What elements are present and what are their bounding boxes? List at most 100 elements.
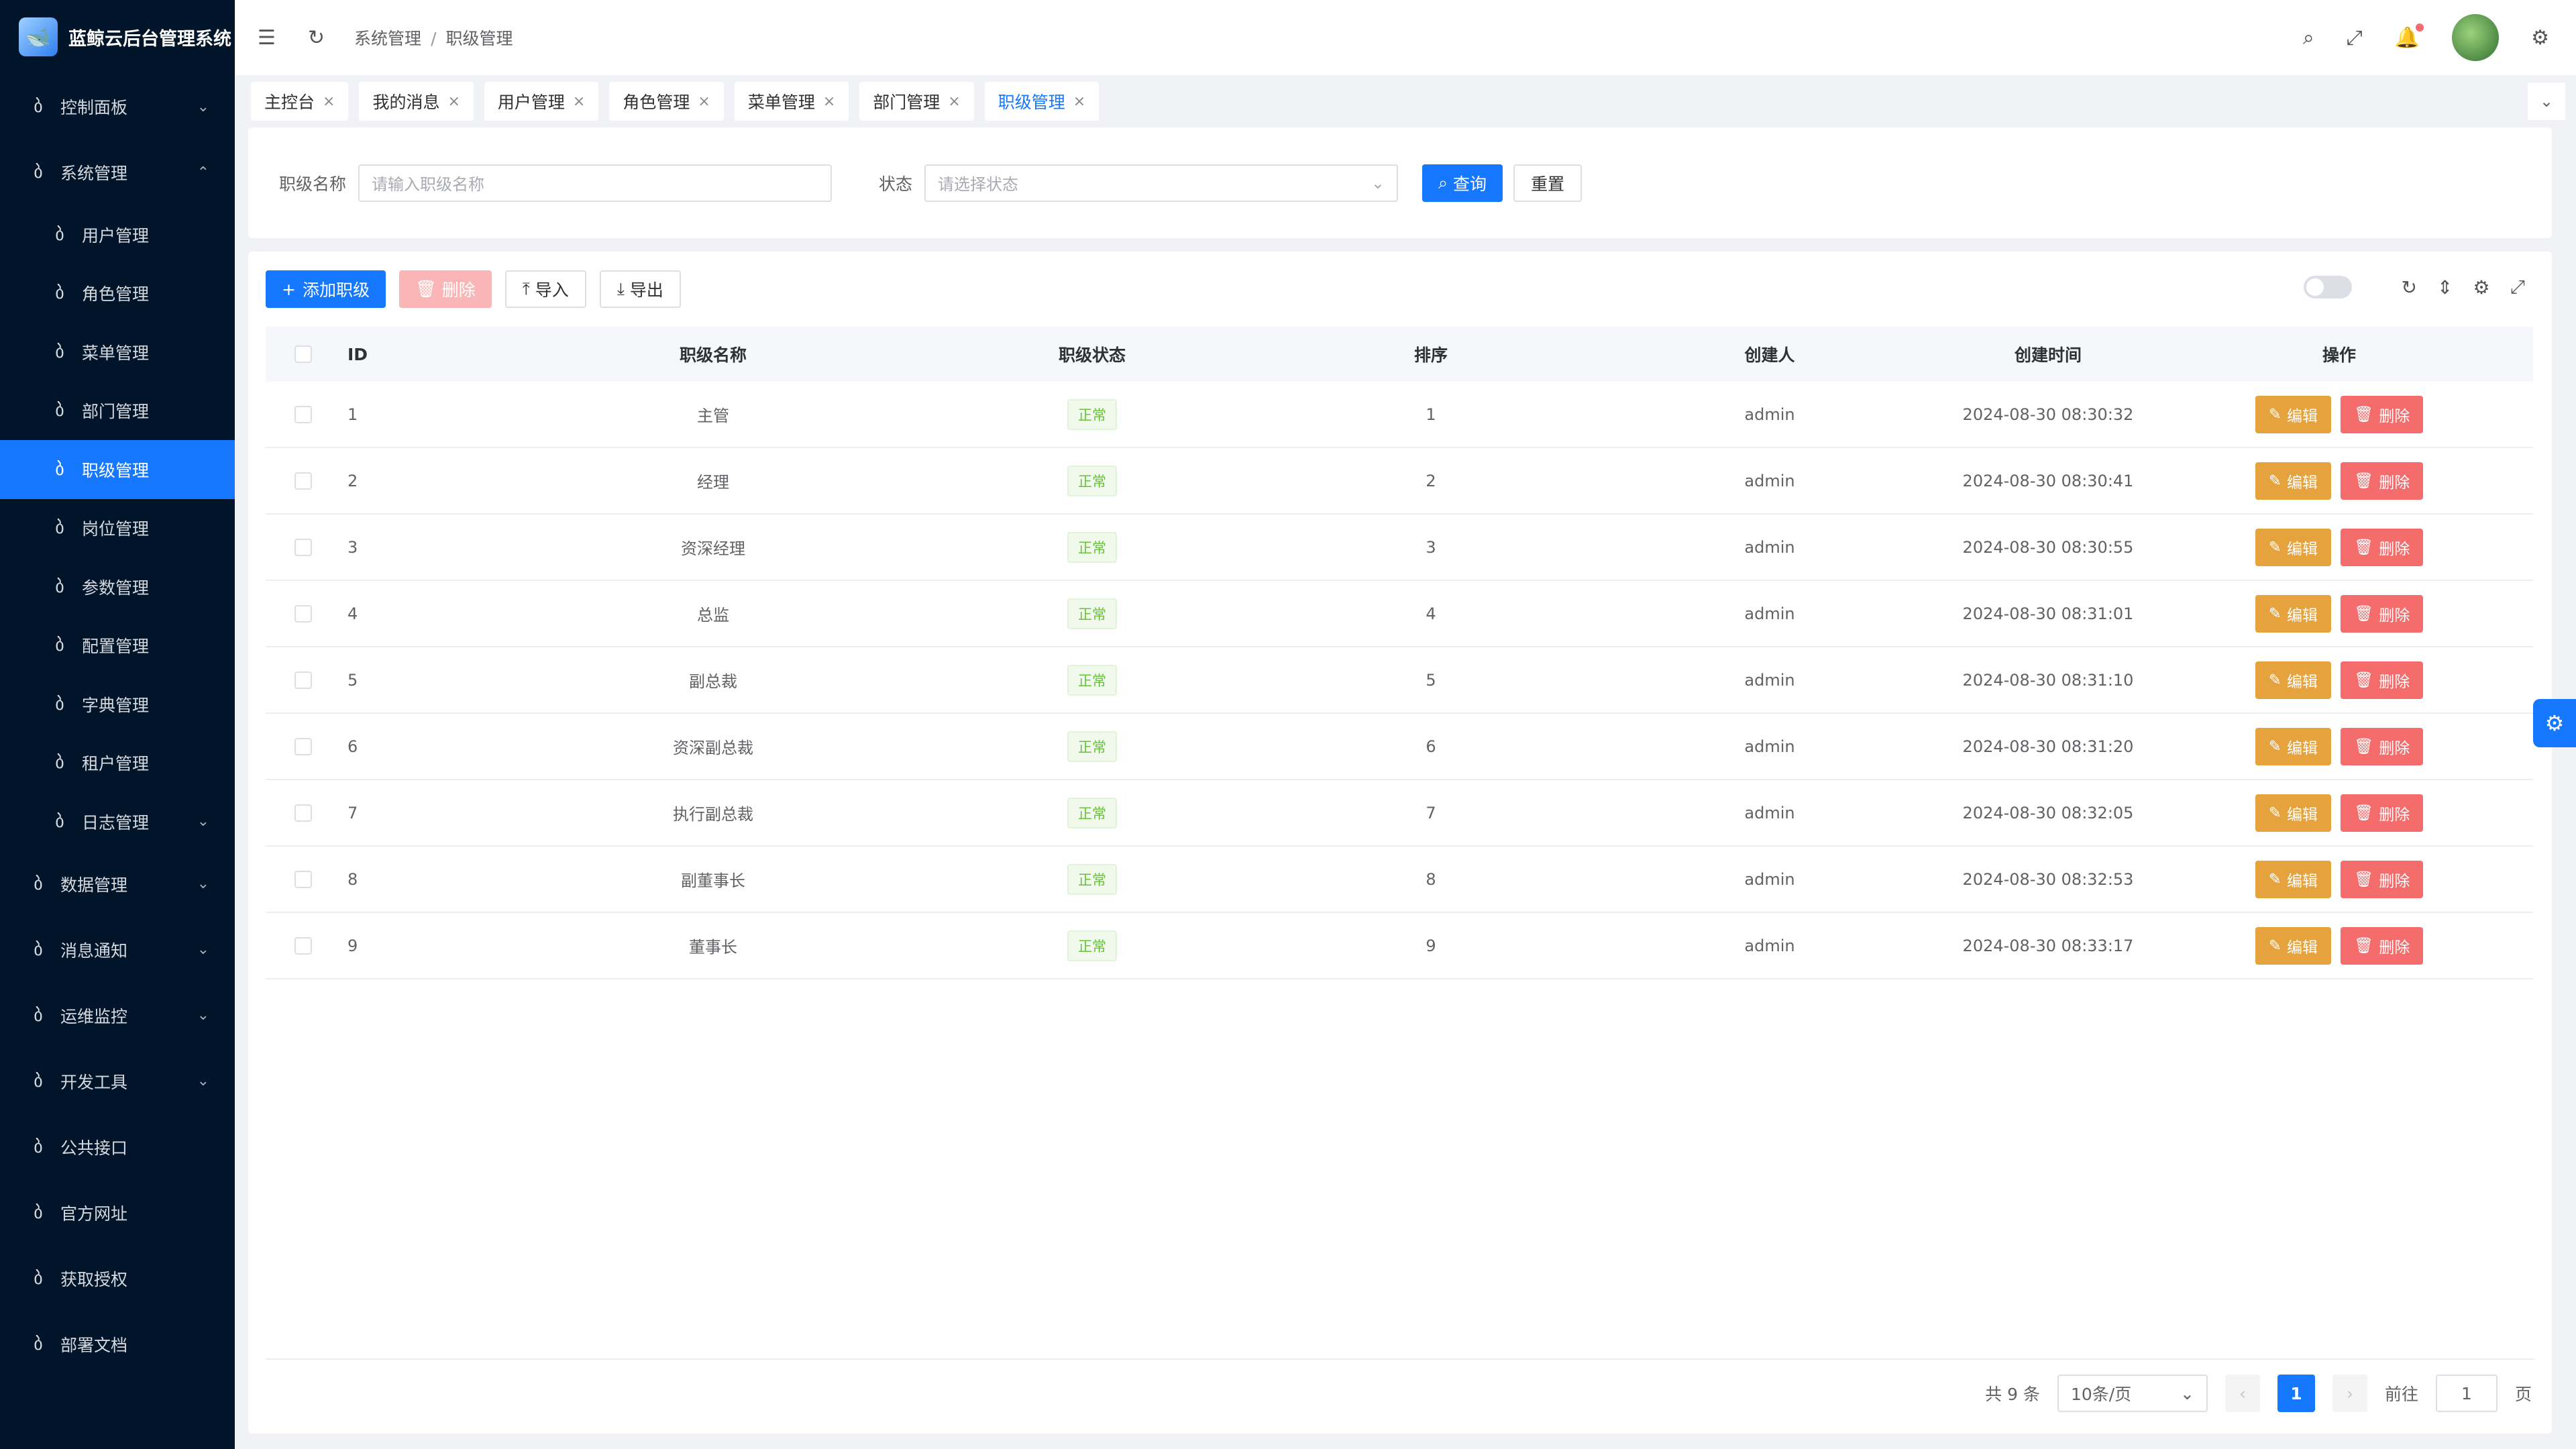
sidebar-item[interactable]: ბ 开发工具 ⌄ bbox=[0, 1049, 235, 1114]
row-checkbox[interactable] bbox=[294, 671, 312, 689]
cell-actions: ✎ 编辑 🗑 删除 bbox=[2145, 462, 2533, 500]
status-select[interactable]: 请选择状态 ⌄ bbox=[924, 164, 1399, 202]
query-button[interactable]: ⌕ 查询 bbox=[1422, 164, 1503, 202]
reset-button[interactable]: 重置 bbox=[1513, 164, 1582, 202]
edit-button[interactable]: ✎ 编辑 bbox=[2255, 794, 2332, 832]
sidebar-item[interactable]: ბ 职级管理 bbox=[0, 440, 235, 499]
sidebar-item[interactable]: ბ 部门管理 bbox=[0, 382, 235, 441]
sidebar-item[interactable]: ბ 租户管理 bbox=[0, 734, 235, 793]
name-search-input[interactable]: 请输入职级名称 bbox=[358, 164, 833, 202]
gear-icon[interactable]: ⚙ bbox=[2533, 699, 2576, 747]
column-header[interactable]: 职级状态 bbox=[911, 342, 1273, 366]
sidebar-item[interactable]: ბ 岗位管理 bbox=[0, 499, 235, 558]
delete-button[interactable]: 🗑 删除 bbox=[2341, 926, 2424, 965]
sidebar-item[interactable]: ბ 获取授权 bbox=[0, 1246, 235, 1311]
delete-button[interactable]: 🗑 删除 bbox=[2341, 860, 2424, 898]
column-height-icon[interactable]: ⇕ bbox=[2437, 276, 2453, 299]
breadcrumb-item[interactable]: 系统管理 bbox=[354, 29, 421, 48]
tab-item[interactable]: 角色管理 × bbox=[609, 82, 724, 121]
delete-button[interactable]: 🗑 删除 bbox=[2341, 395, 2424, 433]
sidebar-item[interactable]: ბ 控制面板 ⌄ bbox=[0, 74, 235, 140]
tab-item[interactable]: 用户管理 × bbox=[484, 82, 599, 121]
row-checkbox[interactable] bbox=[294, 737, 312, 755]
row-checkbox[interactable] bbox=[294, 538, 312, 556]
batch-delete-button[interactable]: 🗑 删除 bbox=[398, 270, 492, 308]
sidebar-item[interactable]: ბ 菜单管理 bbox=[0, 323, 235, 382]
toggle-switch[interactable] bbox=[2303, 276, 2352, 299]
page-size-select[interactable]: 10条/页 ⌄ bbox=[2057, 1375, 2208, 1412]
refresh-icon[interactable]: ↻ bbox=[308, 26, 325, 50]
row-checkbox[interactable] bbox=[294, 804, 312, 822]
edit-button[interactable]: ✎ 编辑 bbox=[2255, 594, 2332, 633]
edit-button[interactable]: ✎ 编辑 bbox=[2255, 860, 2332, 898]
sidebar-item[interactable]: ბ 运维监控 ⌄ bbox=[0, 983, 235, 1049]
edit-icon: ✎ bbox=[2268, 472, 2282, 490]
column-header[interactable]: 创建时间 bbox=[1951, 342, 2145, 366]
sidebar-item[interactable]: ბ 数据管理 ⌄ bbox=[0, 851, 235, 917]
close-icon[interactable]: × bbox=[447, 93, 460, 110]
row-checkbox[interactable] bbox=[294, 472, 312, 490]
tab-item[interactable]: 部门管理 × bbox=[859, 82, 974, 121]
delete-button[interactable]: 🗑 删除 bbox=[2341, 794, 2424, 832]
chevron-down-icon[interactable]: ⌄ bbox=[2528, 83, 2565, 120]
tab-item[interactable]: 菜单管理 × bbox=[734, 82, 849, 121]
close-icon[interactable]: × bbox=[1073, 93, 1085, 110]
fullscreen-icon[interactable]: ⤢ bbox=[2510, 276, 2525, 299]
sidebar-item[interactable]: ბ 角色管理 bbox=[0, 264, 235, 323]
refresh-icon[interactable]: ↻ bbox=[2402, 276, 2417, 299]
sidebar-item[interactable]: ბ 用户管理 bbox=[0, 205, 235, 264]
avatar[interactable] bbox=[2452, 14, 2500, 61]
sidebar-item[interactable]: ბ 公共接口 bbox=[0, 1114, 235, 1180]
column-header[interactable]: 排序 bbox=[1273, 342, 1589, 366]
prev-page-button[interactable]: ‹ bbox=[2224, 1375, 2260, 1412]
add-rank-button[interactable]: + 添加职级 bbox=[266, 270, 386, 308]
delete-button[interactable]: 🗑 删除 bbox=[2341, 462, 2424, 500]
column-header[interactable]: ID bbox=[341, 345, 515, 364]
tab-item[interactable]: 职级管理 × bbox=[984, 82, 1099, 121]
gear-icon[interactable]: ⚙ bbox=[2531, 26, 2549, 50]
goto-page-input[interactable]: 1 bbox=[2435, 1375, 2498, 1412]
row-checkbox[interactable] bbox=[294, 405, 312, 423]
delete-button[interactable]: 🗑 删除 bbox=[2341, 727, 2424, 765]
row-checkbox[interactable] bbox=[294, 870, 312, 888]
close-icon[interactable]: × bbox=[698, 93, 710, 110]
logo[interactable]: 🐋 蓝鲸云后台管理系统 bbox=[0, 0, 235, 74]
close-icon[interactable]: × bbox=[948, 93, 960, 110]
export-button[interactable]: ⤓ 导出 bbox=[599, 270, 681, 308]
edit-button[interactable]: ✎ 编辑 bbox=[2255, 395, 2332, 433]
sidebar-item[interactable]: ბ 系统管理 ⌃ bbox=[0, 140, 235, 205]
delete-button[interactable]: 🗑 删除 bbox=[2341, 528, 2424, 566]
delete-button[interactable]: 🗑 删除 bbox=[2341, 661, 2424, 699]
edit-button[interactable]: ✎ 编辑 bbox=[2255, 926, 2332, 965]
page-number-current[interactable]: 1 bbox=[2277, 1375, 2315, 1412]
sidebar-item[interactable]: ბ 官方网址 bbox=[0, 1180, 235, 1246]
gear-icon[interactable]: ⚙ bbox=[2473, 276, 2489, 299]
sidebar-item[interactable]: ბ 参数管理 bbox=[0, 557, 235, 616]
column-header[interactable]: 创建人 bbox=[1589, 342, 1951, 366]
column-header[interactable]: 职级名称 bbox=[515, 342, 911, 366]
sidebar-item[interactable]: ბ 部署文档 bbox=[0, 1311, 235, 1377]
close-icon[interactable]: × bbox=[823, 93, 835, 110]
edit-button[interactable]: ✎ 编辑 bbox=[2255, 528, 2332, 566]
close-icon[interactable]: × bbox=[323, 93, 335, 110]
tab-item[interactable]: 我的消息 × bbox=[359, 82, 474, 121]
menu-fold-icon[interactable]: ☰ bbox=[258, 26, 276, 50]
edit-button[interactable]: ✎ 编辑 bbox=[2255, 661, 2332, 699]
sidebar-item[interactable]: ბ 配置管理 bbox=[0, 616, 235, 676]
edit-button[interactable]: ✎ 编辑 bbox=[2255, 462, 2332, 500]
row-checkbox[interactable] bbox=[294, 604, 312, 623]
sidebar-item[interactable]: ბ 消息通知 ⌄ bbox=[0, 917, 235, 983]
row-checkbox[interactable] bbox=[294, 936, 312, 955]
close-icon[interactable]: × bbox=[573, 93, 585, 110]
fullscreen-icon[interactable]: ⤢ bbox=[2347, 26, 2363, 50]
next-page-button[interactable]: › bbox=[2332, 1375, 2367, 1412]
bell-icon[interactable]: 🔔 bbox=[2395, 23, 2424, 50]
select-all-checkbox[interactable] bbox=[294, 345, 312, 363]
search-icon[interactable]: ⌕ bbox=[2303, 26, 2314, 50]
delete-button[interactable]: 🗑 删除 bbox=[2341, 594, 2424, 633]
sidebar-item[interactable]: ბ 日志管理 ⌄ bbox=[0, 792, 235, 851]
tab-item[interactable]: 主控台 × bbox=[251, 82, 349, 121]
edit-button[interactable]: ✎ 编辑 bbox=[2255, 727, 2332, 765]
sidebar-item[interactable]: ბ 字典管理 bbox=[0, 675, 235, 734]
import-button[interactable]: ⤒ 导入 bbox=[504, 270, 586, 308]
